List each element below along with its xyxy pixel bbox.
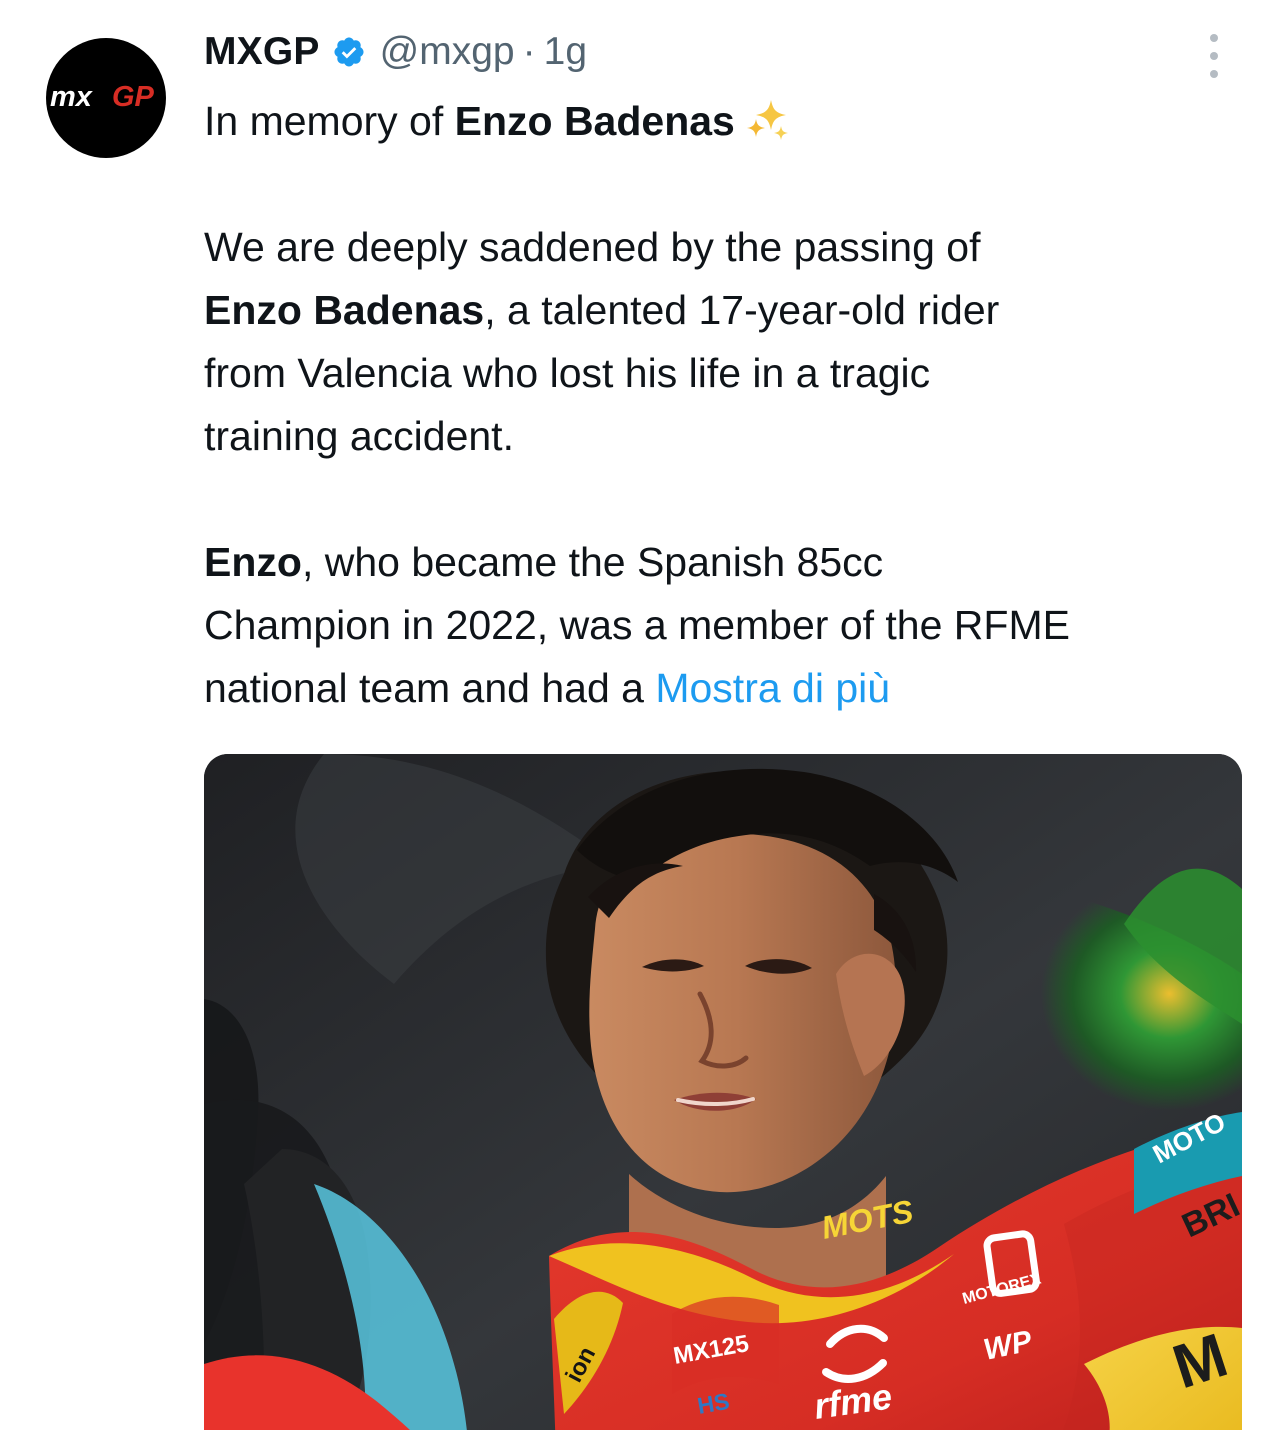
paragraph-text: , a talented 17-year-old rider [484, 287, 1000, 333]
verified-badge-icon[interactable] [332, 35, 366, 69]
paragraph-text: national team and had a [204, 665, 656, 711]
tweet-title-line: In memory of Enzo Badenas [204, 90, 1244, 153]
rider-photo: MOTS rfme MOTOREX WP MOTO BRI M MX125 HS… [204, 754, 1242, 1430]
timestamp[interactable]: 1g [544, 30, 587, 74]
more-options-icon[interactable] [1202, 34, 1226, 78]
paragraph-1-line: from Valencia who lost his life in a tra… [204, 350, 931, 396]
handle[interactable]: @mxgp [380, 30, 515, 74]
more-dot [1210, 70, 1218, 78]
more-dot [1210, 52, 1218, 60]
avatar[interactable]: mx GP [46, 38, 166, 158]
tweet-header: MXGP @mxgp · 1g [204, 22, 587, 82]
more-dot [1210, 34, 1218, 42]
paragraph-1-line: Enzo Badenas, a talented 17-year-old rid… [204, 279, 1244, 342]
svg-text:HS: HS [695, 1388, 731, 1419]
rider-name: Enzo Badenas [204, 287, 485, 333]
display-name[interactable]: MXGP [204, 30, 320, 74]
paragraph-1-line: training accident. [204, 413, 514, 459]
tweet-media[interactable]: MOTS rfme MOTOREX WP MOTO BRI M MX125 HS… [204, 754, 1242, 1430]
tweet-text: In memory of Enzo Badenas We are deeply … [204, 90, 1244, 720]
svg-text:mx: mx [50, 81, 94, 112]
title-name: Enzo Badenas [454, 98, 735, 144]
paragraph-2-line: national team and had a Mostra di più [204, 657, 1244, 720]
mxgp-logo: mx GP [50, 81, 155, 112]
paragraph-2-line: Enzo, who became the Spanish 85cc [204, 531, 1244, 594]
paragraph-1-line: We are deeply saddened by the passing of [204, 224, 981, 270]
title-prefix: In memory of [204, 98, 455, 144]
paragraph-2-line: Champion in 2022, was a member of the RF… [204, 602, 1070, 648]
separator: · [522, 30, 536, 73]
rider-first-name: Enzo [204, 539, 302, 585]
show-more-link[interactable]: Mostra di più [655, 665, 890, 711]
sparkles-icon [746, 100, 788, 140]
tweet-card[interactable]: mx GP MXGP @mxgp · 1g In memory of Enzo … [0, 0, 1280, 1430]
paragraph-text: , who became the Spanish 85cc [301, 539, 884, 585]
svg-text:GP: GP [112, 81, 155, 112]
